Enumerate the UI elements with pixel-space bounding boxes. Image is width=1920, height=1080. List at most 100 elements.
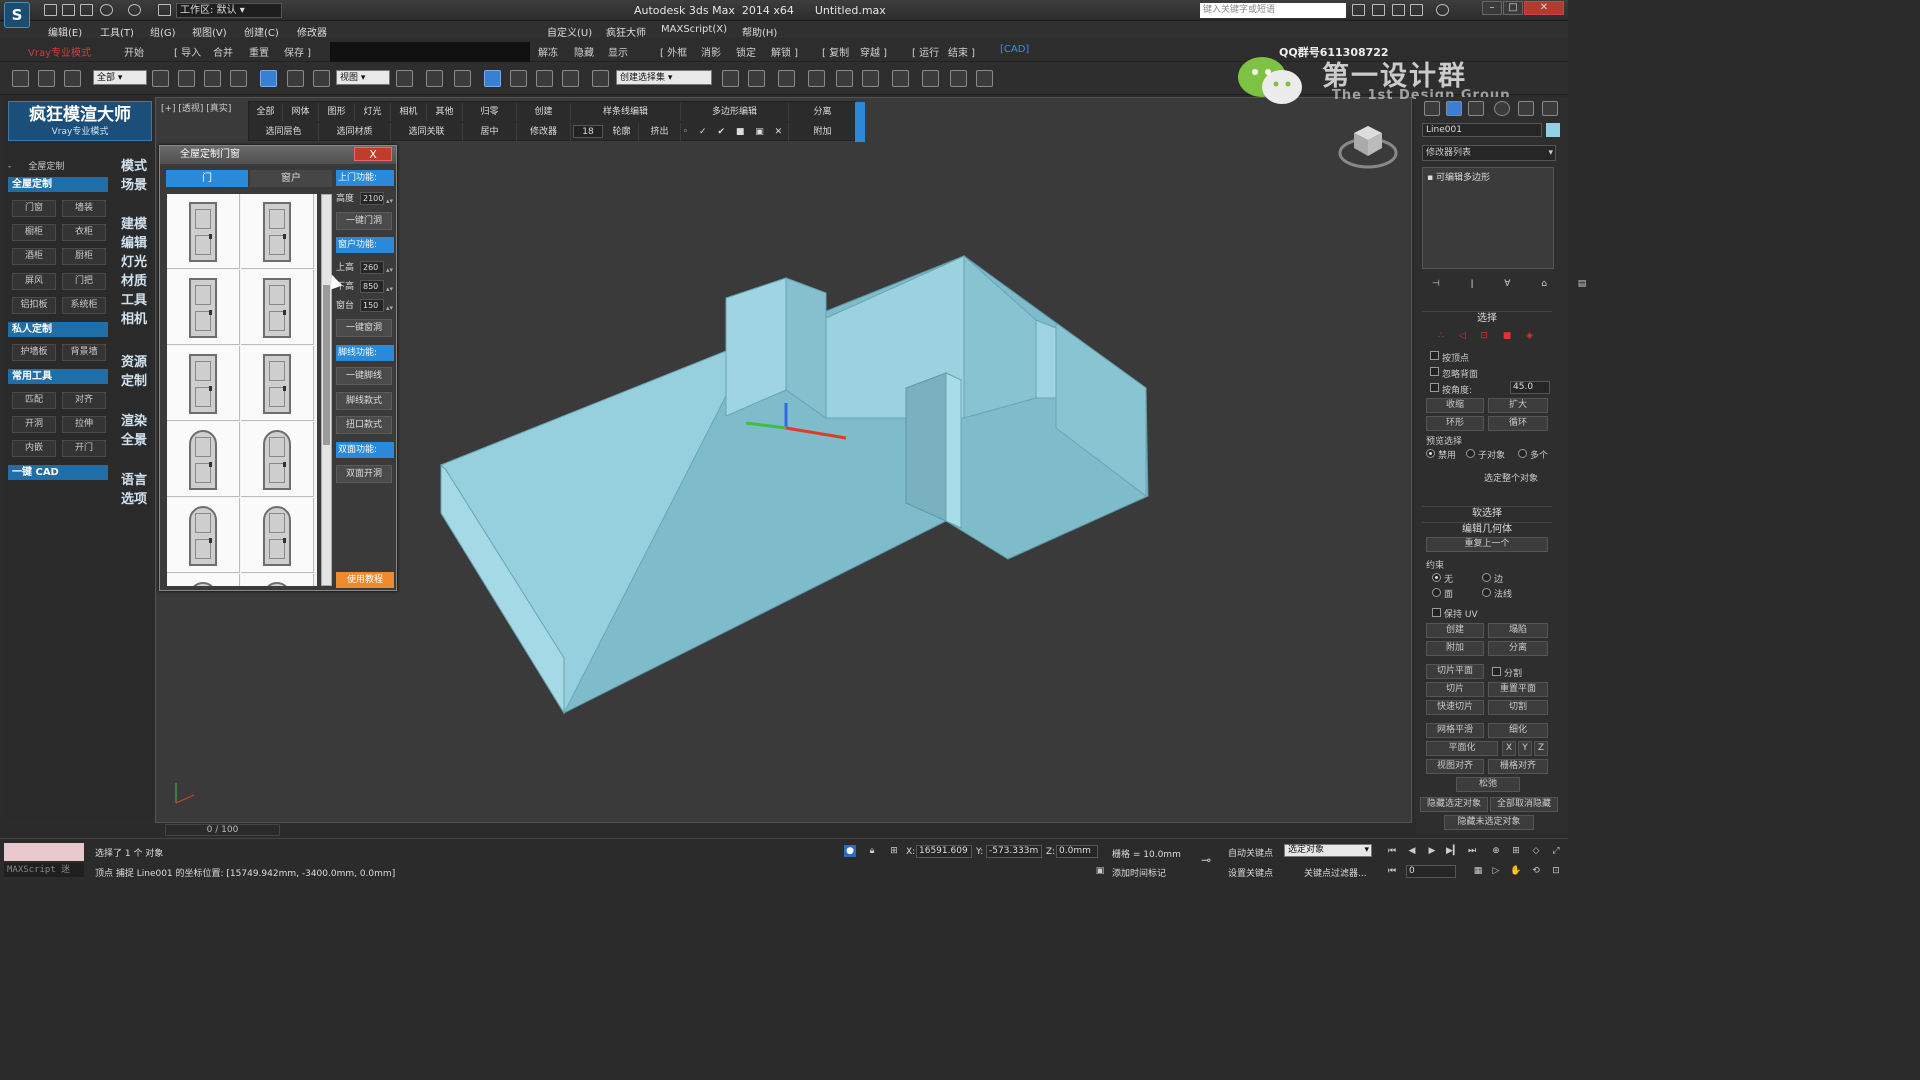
vpm-create[interactable]: 创建 [517,103,571,121]
vpm-select-same-material[interactable]: 选同材质 [319,123,391,141]
by-angle-checkbox[interactable] [1430,383,1439,392]
workspace-dropdown[interactable]: 工作区: 默认 ▾ [176,3,282,18]
vpm-cameras[interactable]: 相机 [391,103,427,121]
select-by-name-icon[interactable] [178,70,195,87]
height-field[interactable]: 高度 2100 ▴▾ [336,192,394,206]
preview-subobject-radio[interactable] [1466,449,1475,458]
btn-feature-wall[interactable]: 背景墙 [62,344,106,361]
section-common-tools[interactable]: 常用工具 [8,369,108,384]
percent-snap-icon[interactable] [536,70,553,87]
planar-z-button[interactable]: Z [1534,741,1548,756]
menu-edit[interactable]: 编辑(E) [48,24,82,39]
redo-icon[interactable] [128,4,141,16]
prev-frame-icon[interactable]: ◀ [1406,845,1418,857]
select-object-icon[interactable] [152,70,169,87]
view-cube[interactable] [1338,126,1398,169]
height-value[interactable]: 2100 [360,192,384,205]
door-thumbnail[interactable] [167,498,240,573]
link-icon[interactable] [12,70,29,87]
named-selection-dropdown[interactable]: 创建选择集 ▾ [616,70,712,85]
x-coordinate-field[interactable]: 16591.609 [916,845,972,858]
btn-wine-cabinet[interactable]: 酒柜 [12,248,56,265]
btn-door-handle[interactable]: 门把 [62,273,106,290]
constraint-face-radio[interactable] [1432,588,1441,597]
key-icon[interactable] [1372,4,1385,16]
plugin-unfreeze[interactable]: 解冻 [538,44,558,59]
height-spinner-icon[interactable]: ▴▾ [386,194,393,208]
door-thumbnail[interactable] [167,574,240,586]
collapse-button[interactable]: 塌陷 [1488,623,1548,638]
vpm-select-same-layer[interactable]: 选同层色 [249,123,319,141]
bottom-height-value[interactable]: 850 [360,280,384,293]
project-folder-icon[interactable] [158,4,171,16]
z-coordinate-field[interactable]: 0.0mm [1056,845,1098,858]
angle-snap-icon[interactable] [510,70,527,87]
vpm-modifier[interactable]: 修改器 [517,123,571,141]
detach-button[interactable]: 分离 [1488,641,1548,656]
maxscript-listener-box[interactable] [4,843,84,861]
rectangular-region-icon[interactable] [204,70,221,87]
absolute-mode-icon[interactable]: ⊞ [888,845,900,857]
viewport-label[interactable]: [+] [透视] [真实] [161,101,231,114]
bind-space-warp-icon[interactable] [64,70,81,87]
min-max-toggle-icon[interactable]: ⊡ [1550,865,1562,877]
vpm-spline-edit[interactable]: 样条线编辑 [571,103,681,121]
door-thumbnail[interactable] [167,346,240,421]
dialog-close-button[interactable]: X [354,147,392,161]
hide-selected-button[interactable]: 隐藏选定对象 [1420,797,1488,812]
layer-manager-icon[interactable] [778,70,795,87]
motion-tab-icon[interactable] [1494,101,1510,116]
maximize-button[interactable]: □ [1503,1,1523,15]
vpm-all[interactable]: 全部 [249,103,283,121]
plugin-lock[interactable]: 锁定 [736,44,756,59]
maximize-viewport-icon[interactable]: ⤢ [1550,845,1562,857]
preview-off-radio[interactable] [1426,449,1435,458]
side-render[interactable]: 渲染 全景 [118,412,150,450]
door-thumbnail[interactable] [241,194,314,269]
graphite-ribbon-icon[interactable] [808,70,825,87]
plugin-unlock[interactable]: 解锁 ] [771,44,798,59]
vpm-detach[interactable]: 分离 [789,103,857,121]
angle-input[interactable]: 45.0 [1510,381,1550,394]
field-of-view-icon[interactable]: ◇ [1530,845,1542,857]
goto-start-icon[interactable]: ⏮︎ [1386,845,1398,857]
render-setup-icon[interactable] [922,70,939,87]
modify-tab-icon[interactable] [1446,101,1462,116]
y-coordinate-field[interactable]: -573.333m [986,845,1042,858]
constraint-edge-radio[interactable] [1482,573,1491,582]
vpm-other[interactable]: 其他 [427,103,463,121]
door-thumbnail[interactable] [167,194,240,269]
curve-editor-icon[interactable] [836,70,853,87]
btn-doors-windows[interactable]: 门窗 [12,200,56,217]
window-crossing-icon[interactable] [230,70,247,87]
top-height-spinner-icon[interactable]: ▴▾ [386,263,393,277]
make-planar-button[interactable]: 平面化 [1426,741,1498,756]
align-icon[interactable] [748,70,765,87]
tab-doors[interactable]: 门 [166,170,248,187]
plugin-hidden-line[interactable]: 消影 [701,44,721,59]
key-filters-button[interactable]: 关键点过滤器... [1304,866,1367,879]
shrink-button[interactable]: 收缩 [1426,398,1484,413]
plugin-copy[interactable]: [ 复制 [822,44,849,59]
door-thumbnail[interactable] [241,346,314,421]
sill-spinner-icon[interactable]: ▴▾ [386,301,393,315]
menu-maxscript[interactable]: MAXScript(X) [661,24,727,35]
close-button[interactable]: ✕ [1524,1,1564,15]
quickslice-button[interactable]: 快速切片 [1426,700,1484,715]
plugin-import[interactable]: [ 导入 [174,44,201,59]
modifier-stack[interactable]: ▪ 可编辑多边形 [1422,167,1554,269]
btn-cabinet[interactable]: 橱柜 [12,224,56,241]
selection-lock-icon[interactable]: 🔒︎ [866,845,878,857]
vpm-poly-icons[interactable]: ◦ ✓ ✔ ■ ▣ ✕ [681,123,789,141]
preserve-uv-checkbox[interactable] [1432,608,1441,617]
menu-crazy-master[interactable]: 疯狂大师 [606,24,646,39]
planar-x-button[interactable]: X [1502,741,1516,756]
display-tab-icon[interactable] [1518,101,1534,116]
utilities-tab-icon[interactable] [1542,101,1558,116]
sill-value[interactable]: 150 [360,299,384,312]
reset-plane-button[interactable]: 重置平面 [1488,682,1548,697]
vpm-reset-origin[interactable]: 归零 [463,103,517,121]
isolate-selection-icon[interactable]: ● [844,845,856,857]
constraint-none-radio[interactable] [1432,573,1441,582]
zoom-all-icon[interactable]: ⊞ [1510,845,1522,857]
